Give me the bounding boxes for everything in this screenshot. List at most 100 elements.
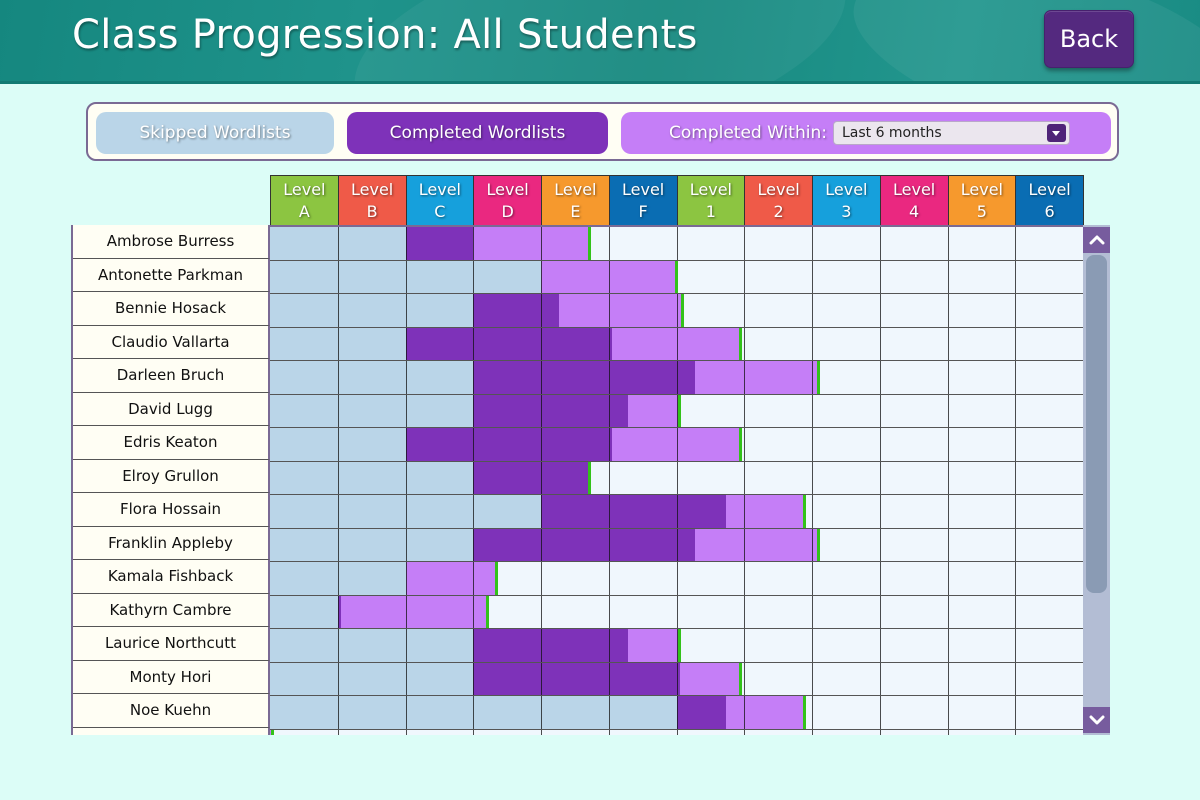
grid-divider	[608, 562, 610, 595]
grid-divider	[812, 696, 813, 729]
grid-divider	[608, 629, 610, 662]
student-name[interactable]: David Lugg	[73, 392, 270, 426]
grid-divider	[473, 528, 475, 561]
grid-divider	[812, 327, 813, 360]
grid-divider	[541, 327, 542, 360]
progress-row	[270, 294, 1083, 328]
grid-divider	[744, 327, 746, 360]
level-header-e: Level E	[541, 175, 610, 225]
grid-divider	[1015, 260, 1017, 293]
current-position-marker	[816, 528, 820, 561]
grid-divider	[337, 495, 339, 528]
grid-divider	[879, 461, 881, 494]
level-header-f: Level F	[608, 175, 678, 225]
grid-divider	[744, 294, 746, 327]
grid-divider	[473, 729, 475, 735]
grid-divider	[676, 729, 678, 735]
grid-divider	[473, 595, 475, 628]
student-name[interactable]: Monty Hori	[73, 660, 270, 694]
grid-divider	[1015, 227, 1017, 260]
student-name[interactable]	[73, 727, 270, 735]
back-button[interactable]: Back	[1044, 10, 1134, 68]
grid-divider	[947, 227, 949, 260]
current-position-marker	[588, 227, 592, 260]
grid-divider	[608, 227, 610, 260]
grid-divider	[405, 428, 407, 461]
level-header-word: Level	[486, 179, 529, 199]
progress-row	[270, 528, 1083, 562]
level-header-id: B	[366, 201, 378, 221]
grid-divider	[812, 227, 813, 260]
grid-divider	[405, 461, 407, 494]
student-name[interactable]: Claudio Vallarta	[73, 325, 270, 359]
grid-divider	[1015, 595, 1017, 628]
grid-divider	[947, 562, 949, 595]
completed-wordlists-button[interactable]: Completed Wordlists	[347, 112, 608, 154]
progress-row	[270, 662, 1083, 696]
grid-divider	[541, 696, 542, 729]
grid-divider	[337, 729, 339, 735]
skipped-bar	[270, 595, 338, 628]
student-name[interactable]: Franklin Appleby	[73, 526, 270, 560]
grid-divider	[541, 495, 542, 528]
scroll-down-button[interactable]	[1083, 707, 1110, 733]
vertical-scrollbar[interactable]	[1083, 225, 1110, 735]
grid-divider	[1015, 629, 1017, 662]
skipped-bar	[270, 662, 474, 695]
grid-divider	[608, 260, 610, 293]
student-name[interactable]: Antonette Parkman	[73, 258, 270, 292]
skipped-wordlists-button[interactable]: Skipped Wordlists	[96, 112, 334, 154]
grid-divider	[608, 495, 610, 528]
scroll-up-button[interactable]	[1083, 227, 1110, 253]
grid-divider	[473, 629, 475, 662]
grid-divider	[744, 461, 746, 494]
grid-divider	[879, 495, 881, 528]
grid-divider	[608, 294, 610, 327]
student-name[interactable]: Kathyrn Cambre	[73, 593, 270, 627]
grid-divider	[608, 595, 610, 628]
progress-row	[270, 428, 1083, 462]
grid-divider	[812, 428, 813, 461]
level-header-3: Level 3	[812, 175, 881, 225]
student-name[interactable]: Darleen Bruch	[73, 359, 270, 393]
student-name[interactable]: Elroy Grullon	[73, 459, 270, 493]
student-name[interactable]: Kamala Fishback	[73, 560, 270, 594]
grid-divider	[879, 696, 881, 729]
level-header-word: Level	[418, 179, 461, 199]
grid-divider	[1015, 528, 1017, 561]
student-name[interactable]: Bennie Hosack	[73, 292, 270, 326]
student-name[interactable]: Ambrose Burress	[73, 225, 270, 259]
grid-divider	[676, 662, 678, 695]
progress-row	[270, 361, 1083, 395]
completed-before-bar	[473, 528, 696, 561]
grid-divider	[473, 260, 475, 293]
completed-before-bar	[541, 495, 726, 528]
current-position-marker	[677, 629, 681, 662]
completed-within-value: Last 6 months	[841, 125, 942, 141]
grid-divider	[405, 361, 407, 394]
student-name[interactable]: Noe Kuehn	[73, 694, 270, 728]
grid-divider	[337, 562, 339, 595]
grid-divider	[541, 629, 542, 662]
student-name[interactable]: Flora Hossain	[73, 493, 270, 527]
level-header-2: Level 2	[744, 175, 813, 225]
completed-before-bar	[405, 428, 613, 461]
student-name[interactable]: Laurice Northcutt	[73, 627, 270, 661]
completed-within-bar	[405, 562, 497, 595]
level-header-word: Level	[825, 179, 868, 199]
current-position-marker	[588, 461, 592, 494]
student-name[interactable]: Edris Keaton	[73, 426, 270, 460]
chevron-down-icon[interactable]	[1046, 124, 1066, 142]
level-header-id: F	[638, 201, 648, 221]
completed-within-select[interactable]: Last 6 months	[832, 121, 1070, 145]
grid-divider	[337, 528, 339, 561]
grid-divider	[337, 394, 339, 427]
current-position-marker	[486, 595, 490, 628]
progress-row	[270, 629, 1083, 663]
scrollbar-thumb[interactable]	[1086, 255, 1107, 593]
grid-divider	[676, 696, 678, 729]
grid-divider	[812, 461, 813, 494]
grid-divider	[947, 729, 949, 735]
current-position-marker	[738, 327, 742, 360]
grid-divider	[405, 227, 407, 260]
